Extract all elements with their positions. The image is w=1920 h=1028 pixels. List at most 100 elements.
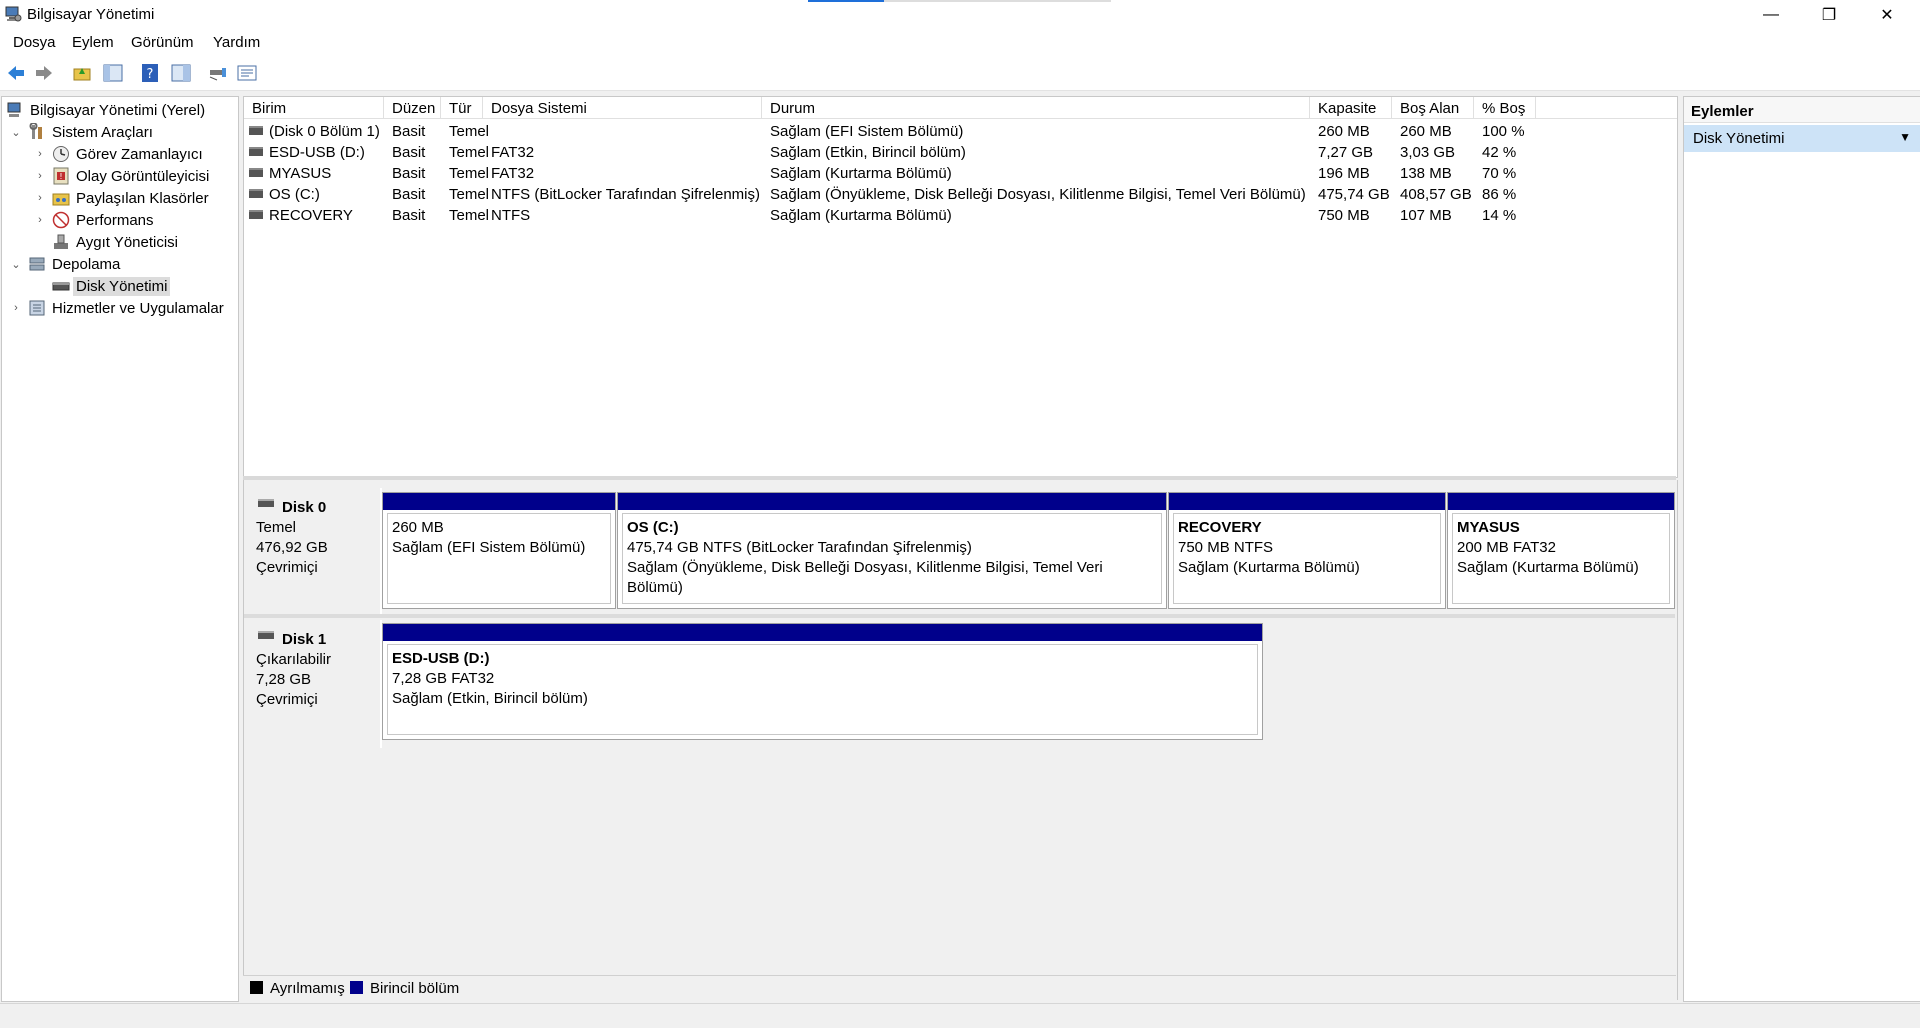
tree-root[interactable]: Bilgisayar Yönetimi (Yerel) (6, 99, 205, 121)
partition-type-bar (383, 624, 1262, 641)
table-cell: Sağlam (Kurtarma Bölümü) (770, 207, 952, 224)
table-cell: 86 % (1482, 186, 1517, 203)
menu-eylem[interactable]: Eylem (72, 34, 114, 51)
chevron-right-icon[interactable]: › (34, 170, 46, 182)
close-icon: ✕ (1880, 7, 1894, 24)
back-icon[interactable] (5, 62, 27, 84)
table-cell: Sağlam (EFI Sistem Bölümü) (770, 123, 964, 140)
disk-graphical-view: Disk 0 Temel 476,92 GB Çevrimiçi 260 MB … (243, 480, 1678, 1000)
disk0-type: Temel (256, 519, 297, 536)
column-header-durum[interactable]: Durum (762, 97, 1310, 119)
minimize-button[interactable]: — (1742, 0, 1800, 30)
table-row[interactable]: OS (C:) Basit Temel NTFS (BitLocker Tarafın… (244, 184, 1677, 205)
table-cell: 408,57 GB (1400, 186, 1472, 203)
volume-icon (249, 189, 263, 198)
forward-icon[interactable] (33, 62, 55, 84)
disk0-partition-myasus[interactable]: MYASUS 200 MB FAT32 Sağlam (Kurtarma Böl… (1447, 492, 1675, 609)
table-cell: Temel (449, 207, 490, 224)
up-folder-icon[interactable] (71, 62, 93, 84)
table-row[interactable]: (Disk 0 Bölüm 1) Basit Temel Sağlam (EFI Si… (244, 121, 1677, 142)
table-cell: 475,74 GB (1318, 186, 1390, 203)
table-cell: ESD-USB (D:) (269, 144, 365, 161)
actions-pane: Eylemler Disk Yönetimi ▼ (1683, 96, 1920, 1002)
column-header-tur[interactable]: Tür (441, 97, 483, 119)
table-cell: 196 MB (1318, 165, 1370, 182)
table-cell: (Disk 0 Bölüm 1) (269, 123, 380, 140)
status-bar (0, 1003, 1920, 1028)
actions-disk-management[interactable]: Disk Yönetimi ▼ (1684, 125, 1920, 152)
restore-button[interactable]: ❐ (1800, 0, 1858, 30)
disk1-partition-esd-usb[interactable]: ESD-USB (D:) 7,28 GB FAT32 Sağlam (Etkin… (382, 623, 1263, 740)
tree-item-disk-management[interactable]: Disk Yönetimi (52, 275, 171, 297)
chevron-right-icon[interactable]: › (34, 148, 46, 160)
show-hide-action-pane-icon[interactable] (170, 62, 192, 84)
disk0-size: 476,92 GB (256, 539, 328, 556)
help-icon[interactable]: ? (139, 62, 161, 84)
table-cell: NTFS (491, 207, 531, 224)
disk-management-icon (52, 282, 70, 291)
partition-status: Sağlam (Etkin, Birincil bölüm) (392, 690, 588, 707)
partition-title: RECOVERY (1178, 519, 1262, 536)
event-viewer-icon: ! (53, 167, 69, 185)
partition-status: Sağlam (EFI Sistem Bölümü) (392, 539, 586, 556)
column-header-yuzde-bos[interactable]: % Boş (1474, 97, 1536, 119)
performance-icon (52, 211, 70, 229)
properties-icon[interactable] (236, 62, 258, 84)
column-header-bos-alan[interactable]: Boş Alan (1392, 97, 1474, 119)
disk0-partition-efi[interactable]: 260 MB Sağlam (EFI Sistem Bölümü) (382, 492, 616, 609)
tree-item-system-tools[interactable]: ⌄ Sistem Araçları (10, 121, 153, 143)
table-cell: 70 % (1482, 165, 1517, 182)
table-row[interactable]: ESD-USB (D:) Basit Temel FAT32 Sağlam (Etkin… (244, 142, 1677, 163)
tree-item-task-scheduler[interactable]: › Görev Zamanlayıcı (34, 143, 203, 165)
column-header-duzen[interactable]: Düzen (384, 97, 441, 119)
menu-dosya[interactable]: Dosya (13, 34, 56, 51)
tree-item-services-apps[interactable]: › Hizmetler ve Uygulamalar (10, 297, 224, 319)
partition-title: ESD-USB (D:) (392, 650, 490, 667)
show-hide-tree-icon[interactable] (102, 62, 124, 84)
shared-folder-icon (52, 193, 70, 206)
computer-management-icon (5, 6, 22, 22)
tree-item-performance[interactable]: › Performans (34, 209, 153, 231)
close-button[interactable]: ✕ (1858, 0, 1916, 30)
table-cell: MYASUS (269, 165, 332, 182)
chevron-right-icon[interactable]: › (10, 302, 22, 314)
column-header-dosya-sistemi[interactable]: Dosya Sistemi (483, 97, 762, 119)
window-title: Bilgisayar Yönetimi (27, 6, 155, 23)
column-header-kapasite[interactable]: Kapasite (1310, 97, 1392, 119)
triangle-down-icon[interactable]: ▼ (1899, 130, 1911, 144)
disk0-partition-recovery[interactable]: RECOVERY 750 MB NTFS Sağlam (Kurtarma Bö… (1168, 492, 1446, 609)
table-cell: Basit (392, 144, 426, 161)
tree-item-label: Sistem Araçları (52, 123, 153, 141)
menu-gorunum[interactable]: Görünüm (131, 34, 194, 51)
legend-primary-label: Birincil bölüm (370, 980, 460, 997)
chevron-down-icon[interactable]: ⌄ (10, 126, 22, 139)
menu-yardim[interactable]: Yardım (213, 34, 260, 51)
disk0-partition-os[interactable]: OS (C:) 475,74 GB NTFS (BitLocker Tarafı… (617, 492, 1167, 609)
table-cell: Temel (449, 165, 490, 182)
tree-item-device-manager[interactable]: Aygıt Yöneticisi (52, 231, 178, 253)
volume-list: Birim Düzen Tür Dosya Sistemi Durum Kapa… (243, 96, 1678, 478)
column-header-birim[interactable]: Birim (244, 97, 384, 119)
tree-item-shared-folders[interactable]: › Paylaşılan Klasörler (34, 187, 208, 209)
table-row[interactable]: MYASUS Basit Temel FAT32 Sağlam (Kurtarma Bö… (244, 163, 1677, 184)
chevron-down-icon[interactable]: ⌄ (10, 258, 22, 271)
disk1-info[interactable]: Disk 1 Çıkarılabilir 7,28 GB Çevrimiçi (244, 620, 382, 748)
minimize-icon: — (1763, 6, 1779, 23)
table-row[interactable]: RECOVERY Basit Temel NTFS Sağlam (Kurtarma B… (244, 205, 1677, 226)
partition-type-bar (618, 493, 1166, 510)
disk-icon (258, 631, 274, 639)
chevron-right-icon[interactable]: › (34, 214, 46, 226)
partition-title: OS (C:) (627, 519, 679, 536)
table-cell: OS (C:) (269, 186, 320, 203)
table-cell: 750 MB (1318, 207, 1370, 224)
loading-progress-fill (808, 0, 884, 2)
partition-size: 260 MB (392, 519, 444, 536)
tree-item-event-viewer[interactable]: › ! Olay Görüntüleyicisi (34, 165, 209, 187)
chevron-right-icon[interactable]: › (34, 192, 46, 204)
volume-icon (249, 126, 263, 135)
disk0-info[interactable]: Disk 0 Temel 476,92 GB Çevrimiçi (244, 488, 382, 616)
disk0-state: Çevrimiçi (256, 559, 318, 576)
tree-item-storage[interactable]: ⌄ Depolama (10, 253, 120, 275)
connect-icon[interactable] (207, 62, 229, 84)
disk0-name: Disk 0 (282, 499, 327, 516)
